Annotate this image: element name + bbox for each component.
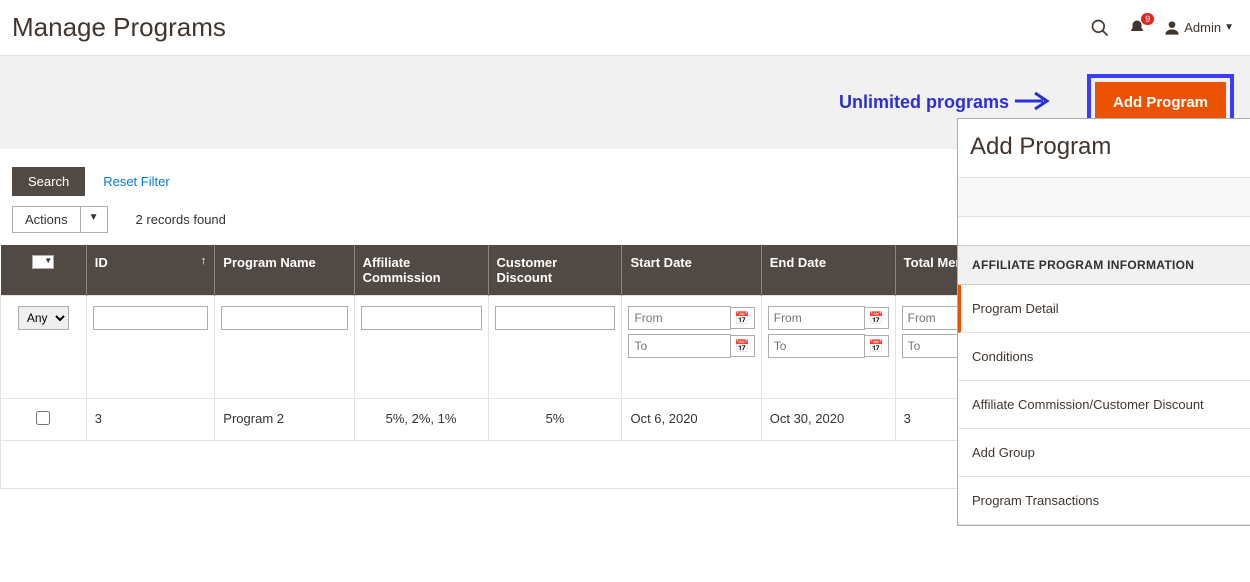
search-icon[interactable] — [1090, 18, 1110, 38]
col-end-date[interactable]: End Date — [761, 245, 895, 296]
chevron-down-icon[interactable]: ▼ — [81, 206, 108, 233]
actions-label: Actions — [12, 206, 81, 233]
filter-sd-from[interactable] — [628, 306, 730, 330]
cell-name: Program 2 — [215, 399, 354, 441]
unlimited-programs-label: Unlimited programs — [839, 92, 1009, 113]
col-start-date[interactable]: Start Date — [622, 245, 761, 296]
cell-disc: 5% — [488, 399, 622, 441]
filter-any-select[interactable]: Any — [18, 306, 69, 330]
sidepanel-item[interactable]: Program Transactions — [958, 477, 1250, 525]
col-select[interactable] — [1, 245, 87, 296]
filter-sd-to[interactable] — [628, 334, 730, 358]
filter-id-input[interactable] — [93, 306, 209, 330]
filter-ed-to[interactable] — [768, 334, 865, 358]
row-checkbox[interactable] — [36, 411, 50, 425]
page-title: Manage Programs — [12, 12, 226, 43]
cell-sd: Oct 6, 2020 — [622, 399, 761, 441]
filter-aff-input[interactable] — [361, 306, 482, 330]
cell-aff: 5%, 2%, 1% — [354, 399, 488, 441]
sidepanel-title: Add Program — [958, 119, 1250, 177]
sidepanel-item[interactable]: Add Group — [958, 429, 1250, 477]
sidepanel-item[interactable]: Conditions — [958, 333, 1250, 381]
arrow-right-icon — [1013, 89, 1055, 116]
actions-dropdown[interactable]: Actions ▼ — [12, 206, 108, 233]
add-program-sidepanel: Add Program AFFILIATE PROGRAM INFORMATIO… — [957, 118, 1250, 526]
filter-ed-from[interactable] — [768, 306, 865, 330]
col-program-name[interactable]: Program Name — [215, 245, 354, 296]
notification-badge: 9 — [1141, 13, 1154, 25]
filter-name-input[interactable] — [221, 306, 347, 330]
admin-menu[interactable]: Admin ▼ — [1164, 20, 1234, 36]
admin-label: Admin — [1184, 20, 1221, 35]
col-customer-discount[interactable]: Customer Discount — [488, 245, 622, 296]
col-id[interactable]: ID↑ — [86, 245, 215, 296]
cell-id: 3 — [86, 399, 215, 441]
search-button[interactable]: Search — [12, 167, 85, 196]
add-program-button[interactable]: Add Program — [1095, 82, 1226, 123]
calendar-icon[interactable]: 📅 — [731, 335, 755, 357]
calendar-icon[interactable]: 📅 — [731, 307, 755, 329]
col-affiliate-commission[interactable]: Affiliate Commission — [354, 245, 488, 296]
calendar-icon[interactable]: 📅 — [865, 307, 889, 329]
sidepanel-item[interactable]: Affiliate Commission/Customer Discount — [958, 381, 1250, 429]
cell-ed: Oct 30, 2020 — [761, 399, 895, 441]
sidepanel-section-header: AFFILIATE PROGRAM INFORMATION — [958, 245, 1250, 285]
sidepanel-item[interactable]: Program Detail — [958, 285, 1250, 333]
filter-disc-input[interactable] — [495, 306, 616, 330]
records-found-label: 2 records found — [136, 212, 226, 227]
calendar-icon[interactable]: 📅 — [865, 335, 889, 357]
notifications-icon[interactable]: 9 — [1128, 19, 1146, 37]
reset-filter-link[interactable]: Reset Filter — [103, 174, 169, 189]
